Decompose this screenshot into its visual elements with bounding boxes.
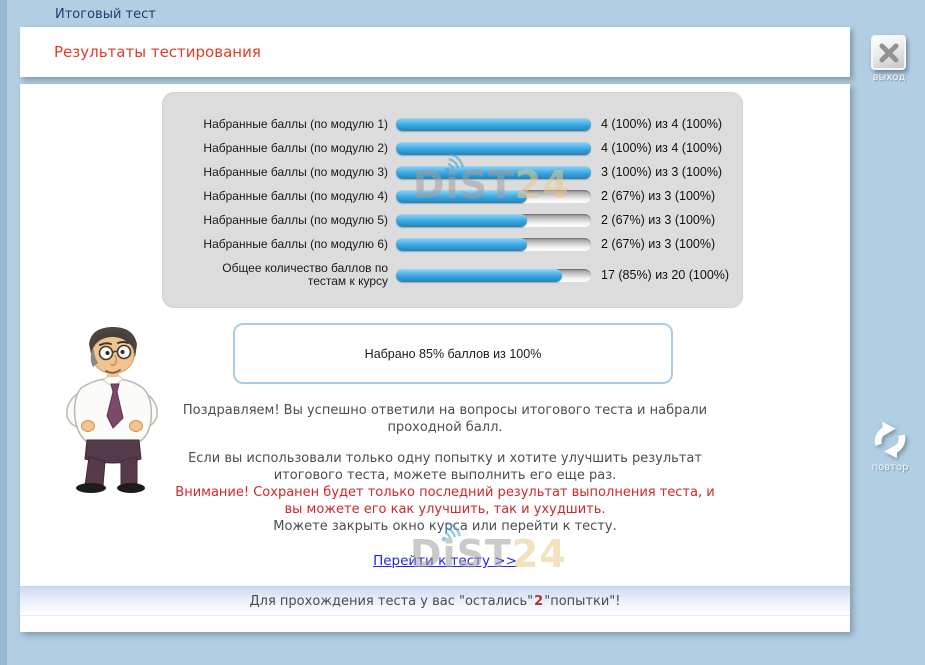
stat-label: Набранные баллы (по модулю 3)	[163, 166, 388, 179]
refresh-icon	[867, 418, 913, 462]
progress-bar-fill	[396, 269, 562, 282]
progress-bar-module-3	[396, 166, 591, 179]
progress-bar-module-5	[396, 214, 591, 227]
stat-row: Набранные баллы (по модулю 4) 2 (67%) из…	[163, 184, 742, 208]
progress-bar-total	[396, 269, 591, 282]
exit-button[interactable]	[871, 35, 906, 70]
stat-value: 4 (100%) из 4 (100%)	[601, 117, 722, 131]
attempts-remaining-bar: Для прохождения теста у вас "остались" 2…	[20, 586, 850, 616]
progress-bar-fill	[396, 118, 591, 131]
progress-bar-module-1	[396, 118, 591, 131]
stat-row: Набранные баллы (по модулю 1) 4 (100%) и…	[163, 112, 742, 136]
stat-value: 3 (100%) из 3 (100%)	[601, 165, 722, 179]
window-title: Итоговый тест	[55, 7, 156, 22]
score-stats-panel: Набранные баллы (по модулю 1) 4 (100%) и…	[162, 92, 743, 308]
score-summary-text: Набрано 85% баллов из 100%	[365, 347, 542, 361]
stat-label: Набранные баллы (по модулю 1)	[163, 118, 388, 131]
stat-value: 4 (100%) из 4 (100%)	[601, 141, 722, 155]
progress-bar-fill	[396, 142, 591, 155]
stat-label: Набранные баллы (по модулю 5)	[163, 214, 388, 227]
attempts-text-prefix: Для прохождения теста у вас "остались"	[250, 594, 534, 609]
stat-row: Набранные баллы (по модулю 3) 3 (100%) и…	[163, 160, 742, 184]
progress-bar-fill	[396, 214, 527, 227]
results-main-panel: Набранные баллы (по модулю 1) 4 (100%) и…	[20, 84, 850, 632]
stat-row: Набранные баллы (по модулю 2) 4 (100%) и…	[163, 136, 742, 160]
stat-row-total: Общее количество баллов по тестам к курс…	[163, 256, 742, 294]
stat-label: Набранные баллы (по модулю 2)	[163, 142, 388, 155]
retry-info-text: Если вы использовали только одну попытку…	[165, 450, 725, 484]
attempts-count: 2	[534, 594, 543, 609]
score-summary-box: Набрано 85% баллов из 100%	[233, 323, 673, 384]
warning-text: Внимание! Сохранен будет только последни…	[165, 484, 725, 518]
progress-bar-module-4	[396, 190, 591, 203]
progress-bar-fill	[396, 190, 527, 203]
repeat-button[interactable]	[867, 418, 913, 462]
close-icon	[877, 41, 901, 65]
progress-bar-module-6	[396, 238, 591, 251]
stat-label: Общее количество баллов по тестам к курс…	[163, 262, 388, 288]
stat-label: Набранные баллы (по модулю 6)	[163, 238, 388, 251]
congratulation-text: Поздравляем! Вы успешно ответили на вопр…	[165, 402, 725, 436]
stat-value: 2 (67%) из 3 (100%)	[601, 213, 715, 227]
window-left-edge	[0, 0, 7, 665]
stat-row: Набранные баллы (по модулю 6) 2 (67%) из…	[163, 232, 742, 256]
go-to-test-link[interactable]: Перейти к тесту >>	[373, 553, 517, 569]
progress-bar-fill	[396, 166, 591, 179]
stat-value: 2 (67%) из 3 (100%)	[601, 237, 715, 251]
stat-value: 2 (67%) из 3 (100%)	[601, 189, 715, 203]
page-title: Результаты тестирования	[54, 43, 261, 61]
attempts-text-suffix: "попытки"!	[544, 594, 620, 609]
exit-button-label: выход	[859, 72, 919, 83]
stat-label: Набранные баллы (по модулю 4)	[163, 190, 388, 203]
results-header-panel: Результаты тестирования	[20, 27, 850, 77]
result-message-block: Поздравляем! Вы успешно ответили на вопр…	[150, 402, 740, 569]
stat-value: 17 (85%) из 20 (100%)	[601, 268, 729, 282]
stat-row: Набранные баллы (по модулю 5) 2 (67%) из…	[163, 208, 742, 232]
progress-bar-module-2	[396, 142, 591, 155]
repeat-button-label: повтор	[860, 462, 920, 473]
close-or-retry-text: Можете закрыть окно курса или перейти к …	[165, 518, 725, 535]
progress-bar-fill	[396, 238, 527, 251]
